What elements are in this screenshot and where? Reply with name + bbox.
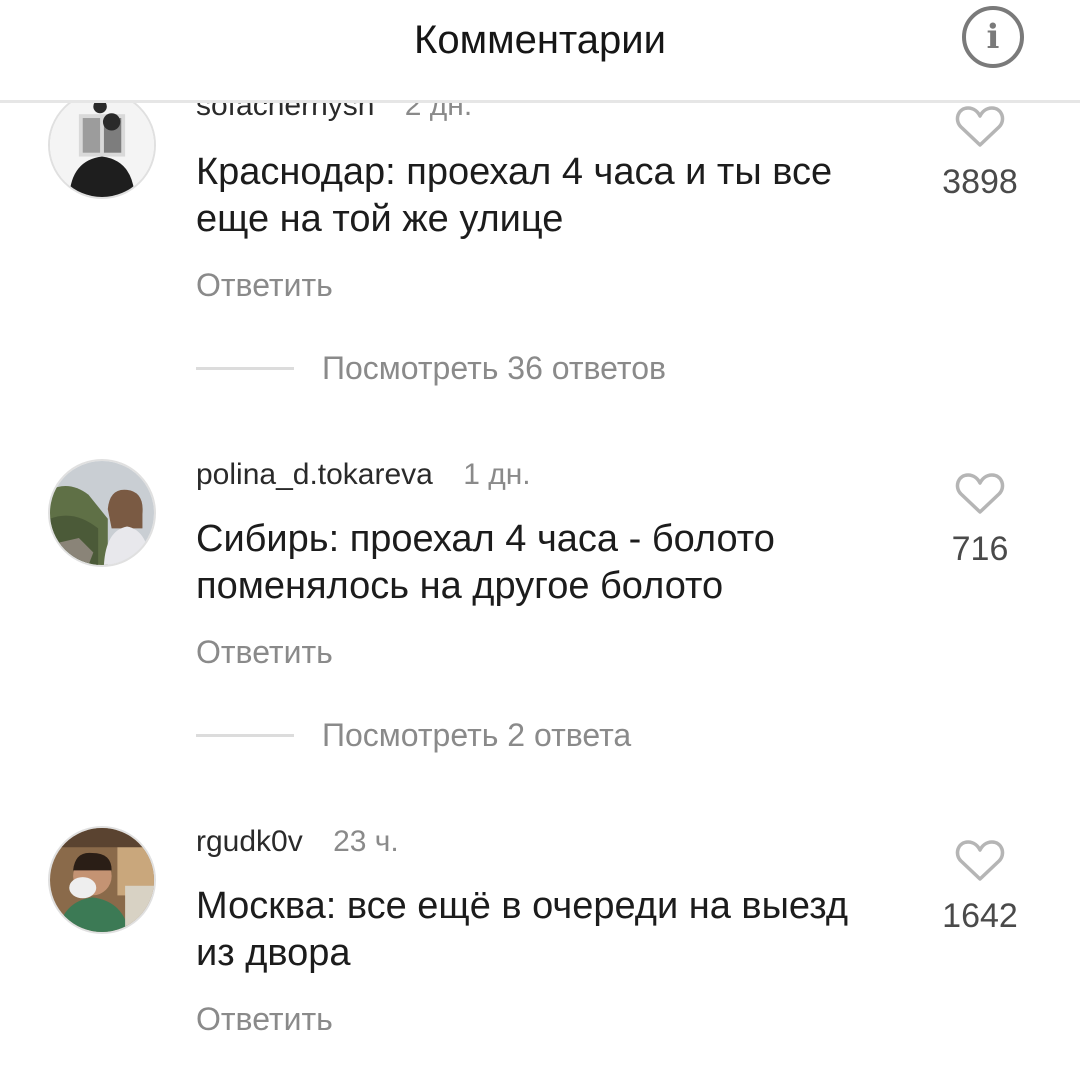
comment-meta: rgudk0v 23 ч. [196,825,399,859]
heart-icon [955,840,1005,881]
comment-meta: polina_d.tokareva 1 дн. [196,458,531,492]
info-icon[interactable]: i [962,6,1024,68]
view-replies-button[interactable]: Посмотреть 36 ответов [196,348,666,388]
like-count: 3898 [942,163,1018,201]
reply-button[interactable]: Ответить [196,1001,333,1037]
avatar[interactable] [48,826,156,934]
like-count: 1642 [942,897,1018,935]
comment-meta: sofachernysh 2 дн. [196,103,472,123]
avatar[interactable] [48,103,156,199]
view-replies-label: Посмотреть 36 ответов [322,349,666,386]
timestamp: 2 дн. [404,103,473,122]
view-replies-label: Посмотреть 2 ответа [322,716,632,753]
view-replies-button[interactable]: Посмотреть 2 ответа [196,715,631,755]
comment-text: Краснодар: проехал 4 часа и ты все еще н… [196,151,833,240]
comment-text: Сибирь: проехал 4 часа - болото поменяло… [196,518,775,607]
like-button[interactable]: 716 [930,472,1030,568]
like-count: 716 [951,530,1009,568]
comments-list[interactable]: sofachernysh 2 дн. Краснодар: проехал 4 … [0,103,1080,1070]
avatar-image [50,103,154,197]
avatar-image [50,461,154,565]
reply-button[interactable]: Ответить [196,634,333,670]
like-button[interactable]: 3898 [930,105,1030,201]
timestamp: 1 дн. [463,458,531,491]
page-title: Комментарии [414,18,666,62]
heart-icon [955,106,1005,147]
reply-button[interactable]: Ответить [196,267,333,303]
heart-icon [955,473,1005,514]
avatar-image [50,828,154,932]
comment-text: Москва: все ещё в очереди на выезд из дв… [196,885,848,974]
username[interactable]: rgudk0v [196,825,303,858]
username[interactable]: polina_d.tokareva [196,458,433,491]
username[interactable]: sofachernysh [196,103,374,122]
timestamp: 23 ч. [333,825,399,858]
like-button[interactable]: 1642 [930,839,1030,935]
info-glyph: i [986,17,1000,57]
divider-line [196,366,294,370]
header-bar: Комментарии i [0,0,1080,103]
avatar[interactable] [48,459,156,567]
divider-line [196,733,294,737]
